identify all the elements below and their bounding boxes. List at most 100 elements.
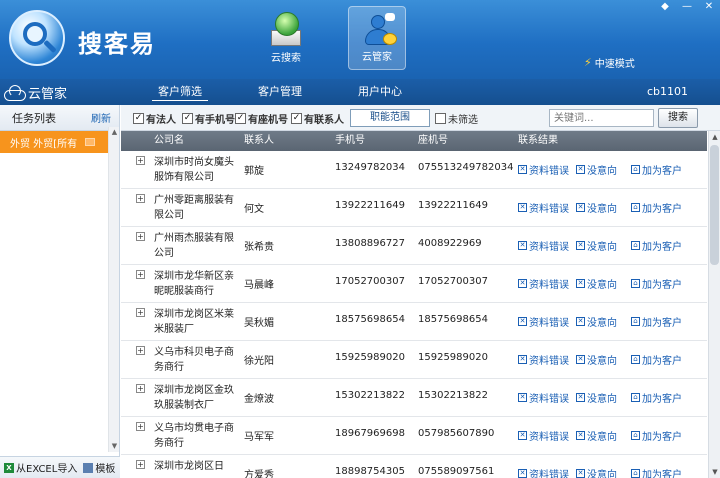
mark-no-interest-button[interactable]: ✕ 没意向: [576, 352, 617, 367]
table-row[interactable]: + 广州零距离服装有限公司 何文 13922211649 13922211649…: [121, 189, 707, 227]
table-row[interactable]: + 深圳市龙华新区亲昵昵服装商行 马晨峰 17052700307 1705270…: [121, 265, 707, 303]
filter-has-mobile[interactable]: ✓ 有手机号: [182, 111, 235, 126]
app-header: 搜客易 云搜索 云管家 ◆ — ✕ ⚡ 中速模式: [0, 0, 720, 79]
checkbox-label: 有法人: [146, 115, 176, 126]
expand-icon[interactable]: +: [136, 156, 145, 165]
expand-icon[interactable]: +: [136, 232, 145, 241]
no-interest-icon: ✕: [576, 317, 585, 326]
search-button[interactable]: 搜索: [658, 108, 698, 128]
action-label: 没意向: [587, 356, 617, 367]
mark-no-interest-button[interactable]: ✕ 没意向: [576, 162, 617, 177]
mark-no-interest-button[interactable]: ✕ 没意向: [576, 238, 617, 253]
mobile-number: 15925989020: [335, 352, 405, 363]
mark-data-error-button[interactable]: ✕ 资料错误: [518, 276, 569, 291]
mark-no-interest-button[interactable]: ✕ 没意向: [576, 314, 617, 329]
close-icon[interactable]: ✕: [698, 0, 720, 14]
scroll-up-icon[interactable]: ▲: [709, 131, 720, 143]
add-as-customer-button[interactable]: ⌂ 加为客户: [631, 200, 682, 215]
pin-icon[interactable]: ◆: [654, 0, 676, 14]
mark-data-error-button[interactable]: ✕ 资料错误: [518, 428, 569, 443]
add-as-customer-button[interactable]: ⌂ 加为客户: [631, 314, 682, 329]
mark-data-error-button[interactable]: ✕ 资料错误: [518, 162, 569, 177]
expand-icon[interactable]: +: [136, 346, 145, 355]
company-name: 深圳市龙岗区金玖玖服装制衣厂: [154, 385, 234, 411]
scroll-down-icon[interactable]: ▼: [109, 441, 120, 452]
action-label: 加为客户: [642, 242, 682, 253]
action-label: 资料错误: [529, 470, 569, 478]
filter-has-legal-person[interactable]: ✓ 有法人: [133, 111, 176, 126]
table-row[interactable]: + 深圳市龙岗区米莱米服装厂 吴秋媚 18575698654 185756986…: [121, 303, 707, 341]
add-as-customer-button[interactable]: ⌂ 加为客户: [631, 352, 682, 367]
table-scrollbar[interactable]: ▲ ▼: [708, 131, 720, 478]
sidebar-item-task[interactable]: 外贸 外贸[所有: [0, 131, 119, 153]
nav-cloud-search-button[interactable]: 云搜索: [257, 6, 315, 70]
filter-unfiltered[interactable]: 未筛选: [435, 111, 478, 126]
add-customer-icon: ⌂: [631, 203, 640, 212]
scroll-up-icon[interactable]: ▲: [109, 127, 120, 138]
mark-no-interest-button[interactable]: ✕ 没意向: [576, 466, 617, 478]
mark-data-error-button[interactable]: ✕ 资料错误: [518, 200, 569, 215]
import-excel-button[interactable]: 从EXCEL导入: [16, 460, 77, 475]
expand-icon[interactable]: +: [136, 308, 145, 317]
landline-number: 075513249782034: [418, 162, 514, 173]
lightning-icon: ⚡: [584, 56, 592, 69]
table-row[interactable]: + 义乌市均贯电子商务商行 马军军 18967969698 0579856078…: [121, 417, 707, 455]
table-row[interactable]: + 深圳市龙岗区日 方爱秀 18898754305 075589097561 ✕…: [121, 455, 707, 478]
tab-strip: 客户筛选 客户管理 用户中心: [130, 79, 430, 105]
tab-customer-filter[interactable]: 客户筛选: [130, 79, 230, 105]
mark-data-error-button[interactable]: ✕ 资料错误: [518, 314, 569, 329]
refresh-link[interactable]: 刷新: [91, 110, 111, 125]
expand-icon[interactable]: +: [136, 194, 145, 203]
mark-no-interest-button[interactable]: ✕ 没意向: [576, 200, 617, 215]
action-label: 资料错误: [529, 432, 569, 443]
template-button[interactable]: 模板: [95, 460, 115, 475]
add-customer-icon: ⌂: [631, 355, 640, 364]
mobile-number: 13922211649: [335, 200, 405, 211]
tab-customer-management[interactable]: 客户管理: [230, 79, 330, 105]
expand-icon[interactable]: +: [136, 270, 145, 279]
nav-cloud-manager-button[interactable]: 云管家: [348, 6, 406, 70]
add-as-customer-button[interactable]: ⌂ 加为客户: [631, 276, 682, 291]
business-scope-button[interactable]: 职能范围: [350, 109, 430, 127]
checkbox-label: 有联系人: [304, 115, 344, 126]
table-row[interactable]: + 广州雨杰服装有限公司 张希贵 13808896727 4008922969 …: [121, 227, 707, 265]
tab-user-center[interactable]: 用户中心: [330, 79, 430, 105]
filter-has-landline[interactable]: ✓ 有座机号: [235, 111, 288, 126]
add-as-customer-button[interactable]: ⌂ 加为客户: [631, 162, 682, 177]
mark-data-error-button[interactable]: ✕ 资料错误: [518, 238, 569, 253]
mark-data-error-button[interactable]: ✕ 资料错误: [518, 466, 569, 478]
checkbox-label: 有手机号: [195, 115, 235, 126]
mark-data-error-button[interactable]: ✕ 资料错误: [518, 390, 569, 405]
contact-name: 马晨峰: [244, 280, 274, 291]
landline-number: 075589097561: [418, 466, 495, 477]
expand-icon[interactable]: +: [136, 422, 145, 431]
mark-data-error-button[interactable]: ✕ 资料错误: [518, 352, 569, 367]
filter-has-contact[interactable]: ✓ 有联系人: [291, 111, 344, 126]
table-row[interactable]: + 义乌市科贝电子商务商行 徐光阳 15925989020 1592598902…: [121, 341, 707, 379]
expand-icon[interactable]: +: [136, 384, 145, 393]
mark-no-interest-button[interactable]: ✕ 没意向: [576, 390, 617, 405]
table-row[interactable]: + 深圳市龙岗区金玖玖服装制衣厂 金燎波 15302213822 1530221…: [121, 379, 707, 417]
add-as-customer-button[interactable]: ⌂ 加为客户: [631, 390, 682, 405]
sidebar-scrollbar[interactable]: ▲ ▼: [108, 127, 119, 452]
mark-no-interest-button[interactable]: ✕ 没意向: [576, 276, 617, 291]
company-name: 义乌市均贯电子商务商行: [154, 423, 234, 449]
cloud-manager-icon: [361, 13, 397, 47]
add-as-customer-button[interactable]: ⌂ 加为客户: [631, 428, 682, 443]
excel-icon: X: [4, 462, 14, 473]
scroll-down-icon[interactable]: ▼: [709, 466, 720, 478]
scroll-thumb[interactable]: [710, 145, 719, 265]
speed-mode-toggle[interactable]: ⚡ 中速模式: [584, 55, 635, 70]
keyword-input[interactable]: [549, 109, 654, 127]
expand-icon[interactable]: +: [136, 460, 145, 469]
minimize-icon[interactable]: —: [676, 0, 698, 14]
action-label: 资料错误: [529, 394, 569, 405]
mobile-number: 18898754305: [335, 466, 405, 477]
error-box-icon: ✕: [518, 355, 527, 364]
user-id: cb1101: [646, 85, 688, 98]
add-as-customer-button[interactable]: ⌂ 加为客户: [631, 466, 682, 478]
contact-name: 张希贵: [244, 242, 274, 253]
mark-no-interest-button[interactable]: ✕ 没意向: [576, 428, 617, 443]
add-as-customer-button[interactable]: ⌂ 加为客户: [631, 238, 682, 253]
table-row[interactable]: + 深圳市时尚女魔头服饰有限公司 郭旋 13249782034 07551324…: [121, 151, 707, 189]
